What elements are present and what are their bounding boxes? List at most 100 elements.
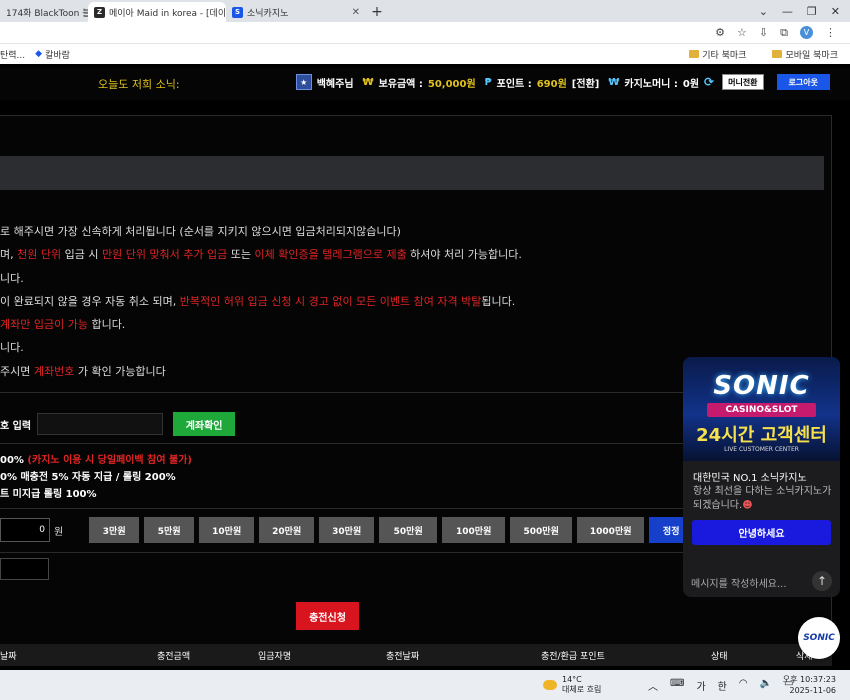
chip-icon: ₩: [608, 76, 620, 88]
bookmarks-bar: 탄력... ◆ 칼바람 기타 북마크 모바일 북마크: [0, 44, 850, 64]
account-check-button[interactable]: 계좌확인: [173, 412, 236, 436]
bookmark-folder-mobile[interactable]: 모바일 북마크: [772, 48, 838, 61]
deposit-submit-button[interactable]: 충전신청: [296, 602, 359, 630]
point-value: 690원: [536, 78, 567, 90]
amount-30-button[interactable]: 30만원: [319, 517, 375, 543]
notice-text: 또는: [227, 248, 255, 262]
chat-title: 대한민국 NO.1 소닉카지노: [693, 473, 807, 484]
notice-text: 이 완료되지 않을 경우 자동 취소 되며,: [0, 294, 180, 308]
greeting-button[interactable]: 안녕하세요: [692, 520, 831, 545]
weather-text: 대체로 흐림: [562, 685, 602, 694]
extensions-icon[interactable]: ⧉: [780, 26, 788, 40]
browser-tab-bar: 174화 BlackToon 블랙툰 Z 메이아 Maid in korea -…: [0, 0, 850, 22]
notice-line: 트 미지급 롤링 100%: [0, 486, 192, 503]
download-icon[interactable]: ⇩: [759, 26, 768, 39]
menu-icon[interactable]: ⋮: [825, 26, 836, 39]
restore-icon[interactable]: ❐: [807, 5, 817, 18]
point-icon: ₱: [484, 76, 492, 88]
highlight-text: (카지노 이용 시 당일페이백 참여 불가): [27, 455, 192, 466]
highlight-text: 계좌만 입금이 가능: [0, 318, 88, 332]
logout-button[interactable]: 로그아웃: [776, 74, 830, 90]
close-window-icon[interactable]: ✕: [831, 5, 840, 18]
maid-favicon-icon: Z: [94, 6, 105, 18]
sonic-favicon-icon: S: [232, 6, 243, 18]
amount-500-button[interactable]: 500만원: [510, 517, 573, 543]
amount-3-button[interactable]: 3만원: [89, 517, 140, 543]
clock[interactable]: 오후 10:37:23 2025-11-06: [783, 674, 836, 696]
notice-text: 합니다.: [87, 318, 126, 332]
volume-icon[interactable]: 🔈: [760, 678, 772, 693]
ime-mode[interactable]: 가: [696, 678, 705, 693]
account-label: 호 입력: [0, 420, 32, 432]
banner-24h: 24시간 고객센터: [696, 425, 827, 446]
bookmark-item[interactable]: 탄력...: [0, 48, 25, 61]
system-tray: ︿ ⌨ 가 한 ◠ 🔈 ▭: [648, 678, 793, 693]
tab-label: 소닉카지노: [247, 8, 289, 19]
history-table-header: 날짜 충전금액 입금자명 충전날짜 충전/환급 포인트 상태 삭제: [0, 644, 832, 666]
col-charge-date: 충전날짜: [386, 652, 420, 662]
account-input[interactable]: [37, 413, 164, 435]
weather-widget[interactable]: 14°C 대체로 흐림: [543, 675, 601, 695]
amount-input[interactable]: 0: [0, 518, 50, 542]
notice-text: 주시면: [0, 364, 34, 378]
highlight-text: 천원 단위: [17, 248, 62, 262]
won-icon: ₩: [362, 76, 374, 88]
clock-date: 2025-11-06: [789, 686, 837, 695]
col-status: 상태: [711, 652, 728, 662]
chat-launcher-button[interactable]: SONIC: [798, 617, 840, 659]
banner-live: LIVE CUSTOMER CENTER: [724, 446, 799, 453]
close-tab-icon[interactable]: ✕: [352, 7, 360, 18]
highlight-text: 이체 확인증을 텔레그램으로 제출: [254, 248, 407, 262]
notice-text: 하셔야 처리 가능합니다.: [406, 248, 522, 262]
address-bar: ⚙ ☆ ⇩ ⧉ V ⋮: [0, 22, 850, 44]
money-convert-button[interactable]: 머니전환: [722, 74, 764, 90]
tab-maid-in-korea[interactable]: Z 메이아 Maid in korea - [데이터 ✕: [88, 2, 226, 22]
tab-sonic-casino[interactable]: S 소닉카지노 ✕: [226, 2, 366, 22]
wifi-icon[interactable]: ◠: [739, 678, 748, 693]
notice-line: 계좌만 입금이 가능 합니다.: [0, 313, 824, 336]
user-name: 백혜주님: [316, 78, 354, 90]
site-info-icon[interactable]: ⚙: [715, 26, 725, 39]
notice-text: 00%: [0, 455, 28, 466]
notice-line: 0% 매충전 5% 자동 지급 / 롤링 200%: [0, 469, 192, 486]
col-depositor: 입금자명: [258, 652, 292, 662]
point-convert-link[interactable]: [전환]: [572, 75, 600, 90]
highlight-text: 계좌번호: [33, 364, 75, 378]
won-unit: 원: [54, 526, 64, 538]
bookmark-item[interactable]: ◆ 칼바람: [35, 48, 70, 61]
amount-1000-button[interactable]: 1000만원: [577, 517, 645, 543]
keyboard-icon[interactable]: ⌨: [670, 678, 684, 693]
send-arrow-icon[interactable]: ↑: [812, 571, 832, 591]
tab-blacktoon[interactable]: 174화 BlackToon 블랙툰: [0, 2, 88, 22]
sonic-logo: SONIC: [803, 633, 835, 643]
bookmark-folder-other[interactable]: 기타 북마크: [689, 48, 746, 61]
minimize-icon[interactable]: —: [782, 5, 793, 18]
welcome-text: 오늘도 저희 소닉:: [98, 78, 180, 91]
new-tab-icon[interactable]: +: [366, 2, 388, 22]
amount-100-button[interactable]: 100만원: [442, 517, 506, 543]
folder-icon: [772, 50, 783, 58]
tray-chevron-icon[interactable]: ︿: [648, 678, 658, 693]
weather-cloud-icon: [543, 680, 557, 690]
notice-text: 니다.: [0, 341, 24, 355]
notice-text: 0% 매충전 5% 자동 지급 / 롤링 200%: [0, 472, 176, 483]
amount-20-button[interactable]: 20만원: [259, 517, 315, 543]
bonus-info: 00% (카지노 이용 시 당일페이백 참여 불가) 0% 매충전 5% 자동 지…: [0, 452, 192, 503]
folder-icon: [689, 50, 700, 58]
banner-sub: CASINO&SLOT: [707, 403, 816, 417]
notice-line: 며, 천원 단위 입금 시 만원 단위 맞춰서 추가 입금 또는 이체 확인증을…: [0, 243, 824, 266]
amount-10-button[interactable]: 10만원: [199, 517, 255, 543]
ime-lang[interactable]: 한: [718, 678, 727, 693]
notice-text: 가 확인 가능합니다: [74, 364, 166, 378]
highlight-text: 반복적인 허위 입금 신청 시 경고 없이 모든 이벤트 참여 자격 박탈: [179, 294, 482, 308]
depositor-input[interactable]: [0, 558, 49, 580]
notice-text: 됩니다.: [481, 294, 516, 308]
tab-search-icon[interactable]: ⌄: [759, 5, 768, 18]
chat-banner: SONIC CASINO&SLOT 24시간 고객센터 LIVE CUSTOME…: [683, 357, 840, 461]
refresh-icon[interactable]: ⟳: [704, 75, 714, 89]
profile-avatar[interactable]: V: [800, 26, 813, 39]
amount-50-button[interactable]: 50만원: [379, 517, 438, 543]
amount-5-button[interactable]: 5만원: [144, 517, 195, 543]
chat-input[interactable]: 메시지를 작성하세요...: [691, 575, 787, 590]
bookmark-star-icon[interactable]: ☆: [737, 26, 747, 39]
